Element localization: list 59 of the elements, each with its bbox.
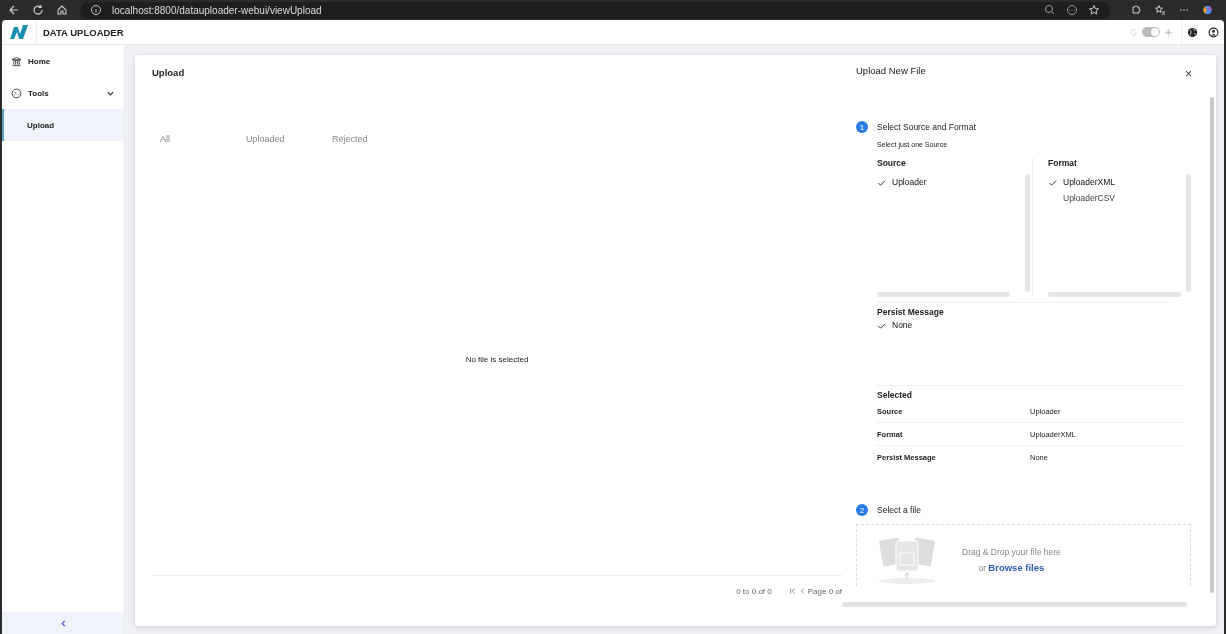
browse-link[interactable]: Browse files: [988, 562, 1045, 573]
list-heading: Persist Message: [877, 307, 945, 317]
summary-heading: Selected: [877, 390, 913, 400]
scrollbar[interactable]: [877, 292, 1010, 297]
first-page-icon[interactable]: [788, 587, 797, 595]
drop-zone[interactable]: Drag & Drop your file here or Browse files: [856, 524, 1191, 586]
scrollbar[interactable]: [1210, 97, 1214, 593]
user-icon[interactable]: [1208, 26, 1219, 38]
back-icon[interactable]: [8, 4, 20, 16]
logo-icon: [9, 24, 29, 40]
app-title: DATA UPLOADER: [43, 26, 124, 38]
tab[interactable]: Uploaded: [246, 134, 332, 144]
check-icon: [877, 177, 886, 187]
scrollbar[interactable]: [1048, 292, 1181, 297]
check-icon: [1048, 177, 1057, 187]
page-title: Upload: [152, 67, 186, 78]
sidebar-item[interactable]: Home: [2, 45, 124, 77]
pager-page: Page 0 of: [807, 586, 842, 596]
close-button[interactable]: ×: [1181, 67, 1196, 81]
theme-toggle[interactable]: [1142, 27, 1160, 37]
scrollbar[interactable]: [842, 602, 1187, 607]
reload-icon[interactable]: [32, 4, 44, 16]
drop-text: Drag & Drop your file here: [962, 547, 1061, 557]
empty-message: No file is selected: [465, 355, 529, 364]
globe-icon[interactable]: [1187, 26, 1198, 38]
bank-icon: [11, 55, 22, 67]
sidebar-item[interactable]: Tools: [2, 77, 124, 109]
step-title: Select a file: [877, 505, 921, 515]
more-icon[interactable]: [1066, 4, 1078, 16]
step-title: Select Source and Format: [877, 122, 976, 132]
extensions-icon[interactable]: [1130, 4, 1142, 16]
list-heading: Source: [877, 158, 907, 168]
scrollbar[interactable]: [1186, 174, 1191, 292]
list-option[interactable]: None: [877, 317, 1169, 333]
home-icon[interactable]: [56, 4, 68, 16]
or-text: or: [978, 563, 986, 573]
sun-icon: [1164, 27, 1173, 37]
moon-icon: [1129, 27, 1138, 37]
star-icon[interactable]: [1088, 4, 1100, 16]
sidebar-subitem[interactable]: Upload: [2, 109, 124, 141]
copilot-icon[interactable]: [1202, 4, 1214, 16]
pager-range: 0 to 0 of 0: [736, 586, 772, 596]
panel-title: Upload New File: [856, 65, 926, 76]
info-icon[interactable]: [90, 4, 102, 16]
step-number: 2: [856, 504, 868, 516]
list-option[interactable]: UploaderXML: [1048, 174, 1186, 190]
address-bar[interactable]: localhost:8800/datauploader-webui/viewUpload: [80, 1, 1110, 19]
step-number: 1: [856, 121, 868, 133]
list-option[interactable]: Uploader: [877, 174, 1025, 190]
list-heading: Format: [1048, 158, 1078, 168]
collapse-icon[interactable]: [59, 618, 67, 628]
scrollbar[interactable]: [1025, 174, 1030, 292]
tab[interactable]: Rejected: [332, 134, 418, 144]
check-icon: [877, 320, 886, 330]
zoom-icon[interactable]: [1044, 4, 1056, 16]
tab[interactable]: All: [160, 134, 246, 144]
gauge-icon: [11, 87, 22, 99]
favorites-icon[interactable]: [1154, 4, 1166, 16]
list-option[interactable]: UploaderCSV: [1048, 190, 1186, 206]
